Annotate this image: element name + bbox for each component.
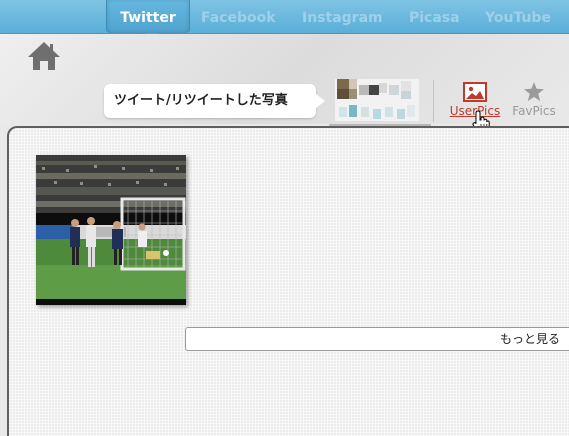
favpics-label: FavPics	[512, 104, 556, 118]
service-tab-bar: Twitter Facebook Instagram Picasa YouTub…	[0, 0, 569, 40]
user-avatar[interactable]	[335, 79, 419, 121]
tab-twitter[interactable]: Twitter	[106, 0, 190, 40]
home-button[interactable]	[26, 40, 62, 72]
star-icon	[524, 82, 544, 101]
load-more-button[interactable]: もっと見る	[185, 327, 569, 351]
tab-facebook[interactable]: Facebook	[201, 0, 276, 33]
image-icon	[463, 82, 487, 102]
tab-picasa[interactable]: Picasa	[409, 0, 460, 33]
tab-youtube[interactable]: YouTube	[485, 0, 551, 33]
avatar-image	[335, 79, 419, 121]
photo-thumbnail[interactable]	[36, 155, 186, 305]
description-bubble: ツイート/リツイートした写真	[104, 84, 325, 118]
favpics-button[interactable]: FavPics	[510, 82, 558, 118]
header-divider	[433, 80, 434, 122]
tab-instagram[interactable]: Instagram	[302, 0, 383, 33]
home-icon	[28, 42, 60, 70]
soccer-match-photo	[36, 155, 186, 305]
